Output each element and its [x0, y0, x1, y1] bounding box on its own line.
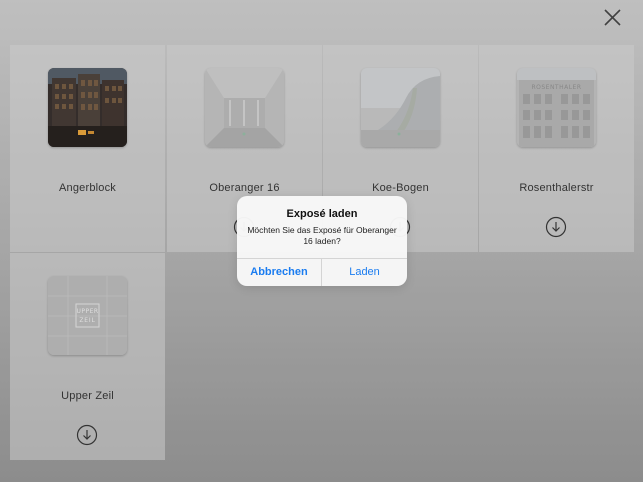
expose-tile-upper-zeil[interactable]: UPPER ZEIL Upper Zeil — [10, 253, 165, 460]
alert-title: Exposé laden — [286, 208, 358, 220]
close-icon — [604, 9, 621, 26]
rosenthaler-sign: ROSENTHALER — [531, 84, 581, 91]
load-expose-alert: Exposé laden Möchten Sie das Exposé für … — [237, 196, 407, 286]
expose-thumbnail: UPPER ZEIL — [48, 276, 127, 355]
download-circle-icon — [545, 216, 567, 238]
upper-zeil-logo-image: UPPER ZEIL — [48, 276, 127, 355]
close-button[interactable] — [600, 6, 624, 30]
download-circle-icon — [76, 424, 98, 446]
building-photo-image — [48, 68, 127, 147]
load-button[interactable]: Laden — [322, 259, 407, 286]
expose-tile-rosenthalerstr[interactable]: ROSENTHALER Rosenthalerstr — [479, 45, 634, 252]
expose-thumbnail: ROSENTHALER — [517, 68, 596, 147]
expose-name: Upper Zeil — [61, 390, 114, 402]
expose-overview-screen: { "toolbar": { "close_icon": "close-icon… — [0, 0, 643, 482]
interior-photo-image — [205, 68, 284, 147]
expose-name: Angerblock — [58, 182, 117, 194]
expose-name: Oberanger 16 — [209, 182, 280, 194]
logo-line2: ZEIL — [79, 317, 95, 324]
expose-thumbnail — [205, 68, 284, 147]
expose-thumbnail — [361, 68, 440, 147]
expose-thumbnail — [48, 68, 127, 147]
alert-message: Möchten Sie das Exposé für Oberanger 16 … — [247, 225, 397, 246]
expose-name: Koe-Bogen — [372, 182, 429, 194]
facade-photo-image: ROSENTHALER — [517, 68, 596, 147]
download-button[interactable] — [545, 216, 567, 238]
expose-name: Rosenthalerstr — [519, 182, 594, 194]
expose-tile-angerblock[interactable]: Angerblock — [10, 45, 165, 252]
cancel-button[interactable]: Abbrechen — [237, 259, 321, 286]
logo-line1: UPPER — [76, 308, 98, 315]
curved-building-photo-image — [361, 68, 440, 147]
download-button[interactable] — [76, 424, 98, 446]
